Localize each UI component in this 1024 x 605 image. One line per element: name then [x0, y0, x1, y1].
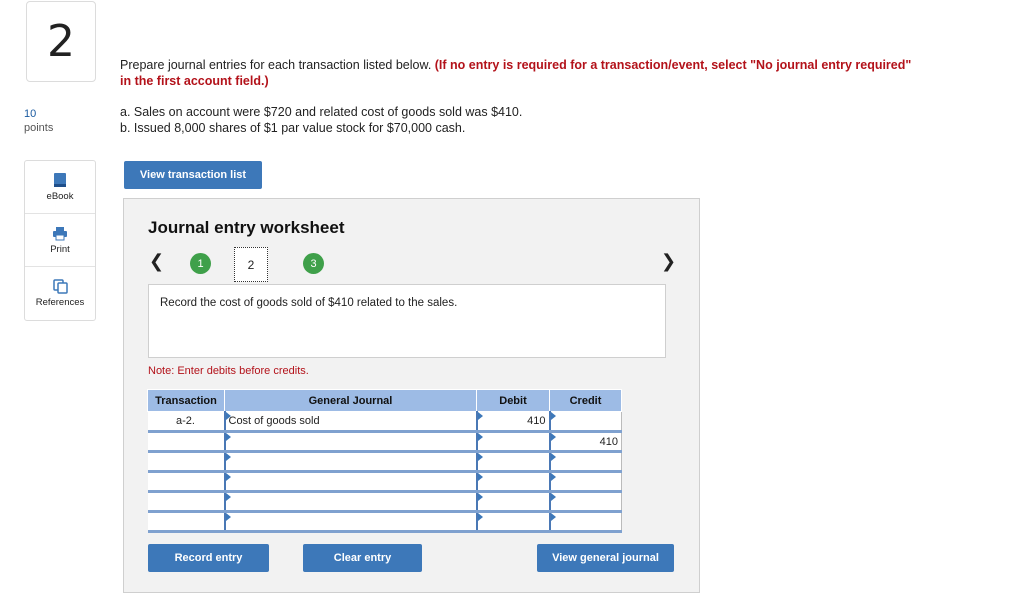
- table-row: [147, 491, 622, 513]
- debit-input[interactable]: [475, 511, 550, 533]
- account-select[interactable]: [223, 451, 477, 473]
- dropdown-marker-icon: [225, 513, 231, 521]
- transaction-cell: [147, 431, 225, 453]
- references-icon: [52, 279, 68, 294]
- column-header-general-journal: General Journal: [224, 389, 477, 412]
- input-marker-icon: [477, 473, 483, 481]
- record-entry-button[interactable]: Record entry: [148, 544, 269, 572]
- transaction-list: a. Sales on account were $720 and relate…: [120, 105, 522, 136]
- debit-input[interactable]: 410: [475, 411, 550, 433]
- credit-input[interactable]: [548, 451, 622, 473]
- dropdown-marker-icon: [225, 473, 231, 481]
- input-marker-icon: [550, 433, 556, 441]
- question-prompt: Prepare journal entries for each transac…: [120, 57, 920, 89]
- table-row: [147, 511, 622, 533]
- input-marker-icon: [550, 453, 556, 461]
- points-label: points: [24, 122, 54, 134]
- sidebar-item-ebook[interactable]: eBook: [25, 161, 95, 214]
- step-3-button[interactable]: 3: [303, 253, 324, 274]
- resource-sidebar: eBook Print References: [24, 160, 96, 321]
- table-row: a-2. Cost of goods sold 410: [147, 411, 622, 433]
- step-1-button[interactable]: 1: [190, 253, 211, 274]
- account-select[interactable]: [223, 471, 477, 493]
- dropdown-marker-icon: [225, 453, 231, 461]
- table-row: [147, 471, 622, 493]
- question-number: 2: [26, 1, 96, 82]
- input-marker-icon: [477, 412, 483, 420]
- credit-input[interactable]: 410: [548, 431, 622, 453]
- transaction-cell: a-2.: [147, 411, 225, 433]
- journal-entry-worksheet: Journal entry worksheet ❮ 1 2 3 ❯ Record…: [123, 198, 700, 593]
- input-marker-icon: [477, 433, 483, 441]
- transaction-b: b. Issued 8,000 shares of $1 par value s…: [120, 120, 466, 135]
- dropdown-marker-icon: [225, 412, 231, 420]
- input-marker-icon: [477, 493, 483, 501]
- debit-input[interactable]: [475, 431, 550, 453]
- transaction-cell: [147, 451, 225, 473]
- input-marker-icon: [550, 473, 556, 481]
- sidebar-item-label: References: [35, 297, 85, 308]
- column-header-debit: Debit: [476, 389, 550, 412]
- view-transaction-list-button[interactable]: View transaction list: [124, 161, 262, 189]
- transaction-cell: [147, 511, 225, 533]
- input-marker-icon: [477, 513, 483, 521]
- account-value: Cost of goods sold: [228, 415, 320, 427]
- input-marker-icon: [550, 412, 556, 420]
- input-marker-icon: [477, 453, 483, 461]
- sidebar-item-label: eBook: [46, 191, 74, 202]
- transaction-a: a. Sales on account were $720 and relate…: [120, 105, 523, 119]
- account-select[interactable]: [223, 431, 477, 453]
- print-icon: [53, 226, 67, 240]
- account-select[interactable]: [223, 511, 477, 533]
- sidebar-item-label: Print: [50, 243, 70, 255]
- previous-step-button[interactable]: ❮: [149, 251, 164, 272]
- debit-input[interactable]: [475, 491, 550, 513]
- input-marker-icon: [550, 513, 556, 521]
- journal-entry-table: Transaction General Journal Debit Credit…: [147, 389, 622, 533]
- prompt-text: Prepare journal entries for each transac…: [120, 58, 435, 72]
- sidebar-item-print[interactable]: Print: [25, 214, 95, 267]
- credit-input[interactable]: [548, 471, 622, 493]
- clear-entry-button[interactable]: Clear entry: [303, 544, 422, 572]
- account-select[interactable]: Cost of goods sold: [223, 411, 477, 433]
- table-row: [147, 451, 622, 473]
- next-step-button[interactable]: ❯: [661, 251, 676, 272]
- dropdown-marker-icon: [225, 493, 231, 501]
- credit-value: 410: [599, 435, 618, 448]
- credit-input[interactable]: [548, 411, 622, 433]
- points-value: 10: [24, 108, 37, 120]
- sidebar-item-references[interactable]: References: [25, 267, 95, 320]
- account-select[interactable]: [223, 491, 477, 513]
- debit-value: 410: [527, 415, 546, 427]
- input-marker-icon: [550, 493, 556, 501]
- credit-input[interactable]: [548, 491, 622, 513]
- transaction-cell: [147, 491, 225, 513]
- debit-input[interactable]: [475, 451, 550, 473]
- points-info: 10 points: [24, 107, 53, 135]
- step-2-button[interactable]: 2: [234, 247, 268, 282]
- column-header-credit: Credit: [549, 389, 622, 412]
- transaction-cell: [147, 471, 225, 493]
- step-instruction: Record the cost of goods sold of $410 re…: [148, 284, 666, 358]
- column-header-transaction: Transaction: [147, 389, 225, 412]
- dropdown-marker-icon: [225, 433, 231, 441]
- view-general-journal-button[interactable]: View general journal: [537, 544, 674, 572]
- debit-credit-note: Note: Enter debits before credits.: [148, 365, 309, 377]
- ebook-icon: [54, 173, 66, 187]
- worksheet-title: Journal entry worksheet: [148, 218, 345, 237]
- table-row: 410: [147, 431, 622, 453]
- debit-input[interactable]: [475, 471, 550, 493]
- credit-input[interactable]: [548, 511, 622, 533]
